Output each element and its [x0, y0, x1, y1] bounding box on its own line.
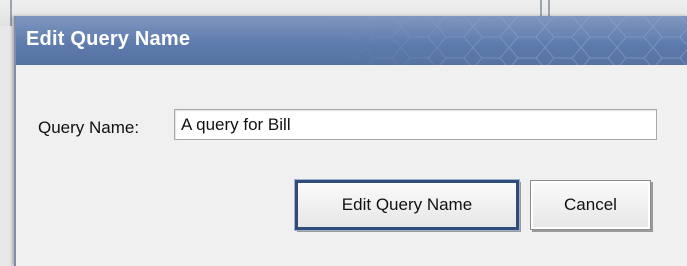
edit-query-name-dialog: Edit Query Name Query Name: Edit Query N… [14, 16, 687, 266]
hexagon-pattern-decoration [329, 16, 687, 65]
dialog-title: Edit Query Name [26, 28, 191, 50]
query-name-label: Query Name: [38, 118, 140, 137]
background-divider [10, 0, 12, 26]
cancel-button[interactable]: Cancel [530, 180, 651, 230]
edit-query-name-button[interactable]: Edit Query Name [295, 180, 519, 230]
query-name-input[interactable] [174, 109, 657, 140]
dialog-title-bar[interactable]: Edit Query Name [16, 16, 687, 65]
